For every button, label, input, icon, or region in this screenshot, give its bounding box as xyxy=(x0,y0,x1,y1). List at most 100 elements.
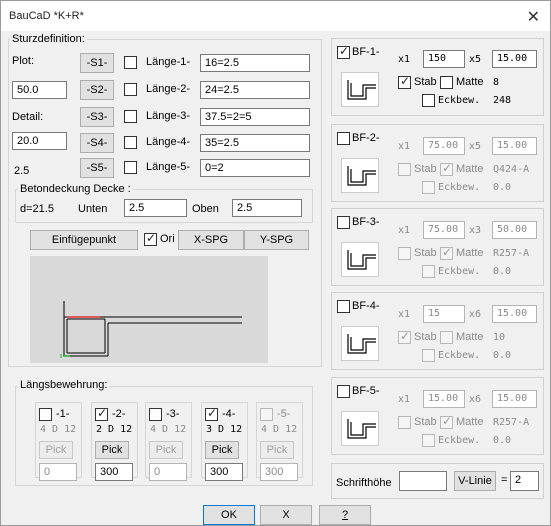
eq-input[interactable]: 2 xyxy=(510,471,539,491)
bf-4-label: BF-4- xyxy=(352,300,380,312)
laengs-5-spec: 4 D 12 xyxy=(261,424,298,435)
bf-1-checkbox[interactable] xyxy=(337,44,350,59)
bf-3-xb-label: x3 xyxy=(469,225,482,236)
bf-3-preview-icon xyxy=(341,242,379,277)
bf-5-matte-checkbox[interactable] xyxy=(440,414,453,429)
laengs-2-pick-button[interactable]: Pick xyxy=(95,441,129,459)
laengs-4-checkbox[interactable] xyxy=(205,406,218,421)
bf-5-a-input[interactable]: 15.00 xyxy=(423,390,465,408)
v-linie-button[interactable]: V-Linie xyxy=(454,471,496,491)
laengs-3-input[interactable]: 0 xyxy=(149,463,187,481)
bf-4-stab-checkbox[interactable] xyxy=(398,329,411,344)
bf-2-b-input[interactable]: 15.00 xyxy=(492,137,537,155)
detail-input[interactable]: 20.0 xyxy=(12,132,67,150)
bf-5-eck-checkbox[interactable] xyxy=(422,434,435,447)
oben-label: Oben xyxy=(192,203,219,215)
bf-2-checkbox[interactable] xyxy=(337,132,350,145)
bf-4-a-input[interactable]: 15 xyxy=(423,305,465,323)
bf-4-checkbox[interactable] xyxy=(337,300,350,313)
bf-2-eck-value: 0.0 xyxy=(493,182,512,193)
bf-1-stab-checkbox[interactable] xyxy=(398,74,411,89)
bf-3-stab-label: Stab xyxy=(414,247,437,259)
s1-button[interactable]: -S1- xyxy=(80,53,114,73)
bf-3-label: BF-3- xyxy=(352,216,380,228)
laenge-2-input[interactable]: 24=2.5 xyxy=(200,81,310,99)
bf-3-a-input[interactable]: 75.00 xyxy=(423,221,465,239)
laenge-4-input[interactable]: 35=2.5 xyxy=(200,134,310,152)
laengs-3-checkbox[interactable] xyxy=(149,408,162,421)
bf-1-matte-label: Matte xyxy=(456,76,484,88)
unten-label: Unten xyxy=(78,203,108,215)
bf-2-matte-checkbox[interactable] xyxy=(440,161,453,176)
bf-5-preview-icon xyxy=(341,411,379,446)
unten-input[interactable]: 2.5 xyxy=(124,199,187,217)
laengs-5-pick-button[interactable]: Pick xyxy=(260,441,294,459)
window-title: BauCaD *K+R* xyxy=(9,10,84,22)
bf-1-b-input[interactable]: 15.00 xyxy=(492,50,537,68)
s2-button[interactable]: -S2- xyxy=(80,80,114,100)
laenge-3-label: Länge-3- xyxy=(146,110,191,122)
close-icon[interactable]: ✕ xyxy=(527,7,540,27)
laengs-2-input[interactable]: 300 xyxy=(95,463,133,481)
bf-2-xb-label: x5 xyxy=(469,141,482,152)
laenge-5-label: Länge-5- xyxy=(146,161,191,173)
laenge-3-input[interactable]: 37.5=2=5 xyxy=(200,108,310,126)
x-spg-button[interactable]: X-SPG xyxy=(178,230,244,250)
laengs-4-pick-button[interactable]: Pick xyxy=(205,441,239,459)
laengs-4-input[interactable]: 300 xyxy=(205,463,243,481)
laengs-1-pick-button[interactable]: Pick xyxy=(39,441,73,459)
bf-5-b-input[interactable]: 15.00 xyxy=(492,390,537,408)
laenge-2-checkbox[interactable] xyxy=(124,83,137,96)
laengs-2-checkbox[interactable] xyxy=(95,406,108,421)
bf-1-a-input[interactable]: 150 xyxy=(423,50,465,68)
laengs-3-pick-button[interactable]: Pick xyxy=(149,441,183,459)
bf-3-stab-checkbox[interactable] xyxy=(398,247,411,260)
ori-checkbox[interactable] xyxy=(144,231,157,246)
bf-3-b-input[interactable]: 50.00 xyxy=(492,221,537,239)
bf-3-matte-checkbox[interactable] xyxy=(440,245,453,260)
bf-4-b-input[interactable]: 15.00 xyxy=(492,305,537,323)
bf-1-matte-checkbox[interactable] xyxy=(440,76,453,89)
laengs-1-checkbox[interactable] xyxy=(39,408,52,421)
ok-button[interactable]: OK xyxy=(203,505,255,525)
bf-3-eck-checkbox[interactable] xyxy=(422,265,435,278)
bf-4-matte-checkbox[interactable] xyxy=(440,331,453,344)
bf-2-a-input[interactable]: 75.00 xyxy=(423,137,465,155)
laengs-5-checkbox[interactable] xyxy=(260,408,273,421)
laenge-5-input[interactable]: 0=2 xyxy=(200,159,310,177)
s4-button[interactable]: -S4- xyxy=(80,133,114,153)
bf-4-matte-label: Matte xyxy=(456,331,484,343)
y-spg-button[interactable]: Y-SPG xyxy=(244,230,309,250)
laengs-1-input[interactable]: 0 xyxy=(39,463,77,481)
laengsbewehrung-label: Längsbewehrung: xyxy=(18,379,110,391)
plot-input[interactable]: 50.0 xyxy=(12,81,67,99)
s5-button[interactable]: -S5- xyxy=(80,158,114,178)
laenge-1-checkbox[interactable] xyxy=(124,56,137,69)
laengs-5-input[interactable]: 300 xyxy=(260,463,298,481)
bf-4-eck-checkbox[interactable] xyxy=(422,349,435,362)
bf-5-stab-checkbox[interactable] xyxy=(398,416,411,429)
oben-input[interactable]: 2.5 xyxy=(232,199,302,217)
bf-2-stab-checkbox[interactable] xyxy=(398,163,411,176)
bf-3-eck-value: 0.0 xyxy=(493,266,512,277)
s3-button[interactable]: -S3- xyxy=(80,107,114,127)
laenge-4-checkbox[interactable] xyxy=(124,136,137,149)
bf-2-eck-checkbox[interactable] xyxy=(422,181,435,194)
bf-4-eck-label: Eckbew. xyxy=(438,350,481,361)
laenge-1-input[interactable]: 16=2.5 xyxy=(200,54,310,72)
laengs-3-spec: 4 D 12 xyxy=(150,424,187,435)
laenge-3-checkbox[interactable] xyxy=(124,110,137,123)
einfuegepunkt-button[interactable]: Einfügepunkt xyxy=(30,230,138,250)
cancel-button[interactable]: X xyxy=(260,505,312,525)
help-button[interactable]: ? xyxy=(319,505,371,525)
bf-1-eck-checkbox[interactable] xyxy=(422,94,435,107)
section-preview-canvas xyxy=(30,256,268,363)
bf-5-checkbox[interactable] xyxy=(337,385,350,398)
bf-3-xa-label: x1 xyxy=(398,225,411,236)
bf-3-checkbox[interactable] xyxy=(337,216,350,229)
bf-5-eck-label: Eckbew. xyxy=(438,435,481,446)
laenge-5-checkbox[interactable] xyxy=(124,161,137,174)
sturzdefinition-label: Sturzdefinition: xyxy=(10,33,87,45)
schrift-input[interactable] xyxy=(399,471,447,491)
bf-3-matte-value: R257-A xyxy=(493,248,530,259)
